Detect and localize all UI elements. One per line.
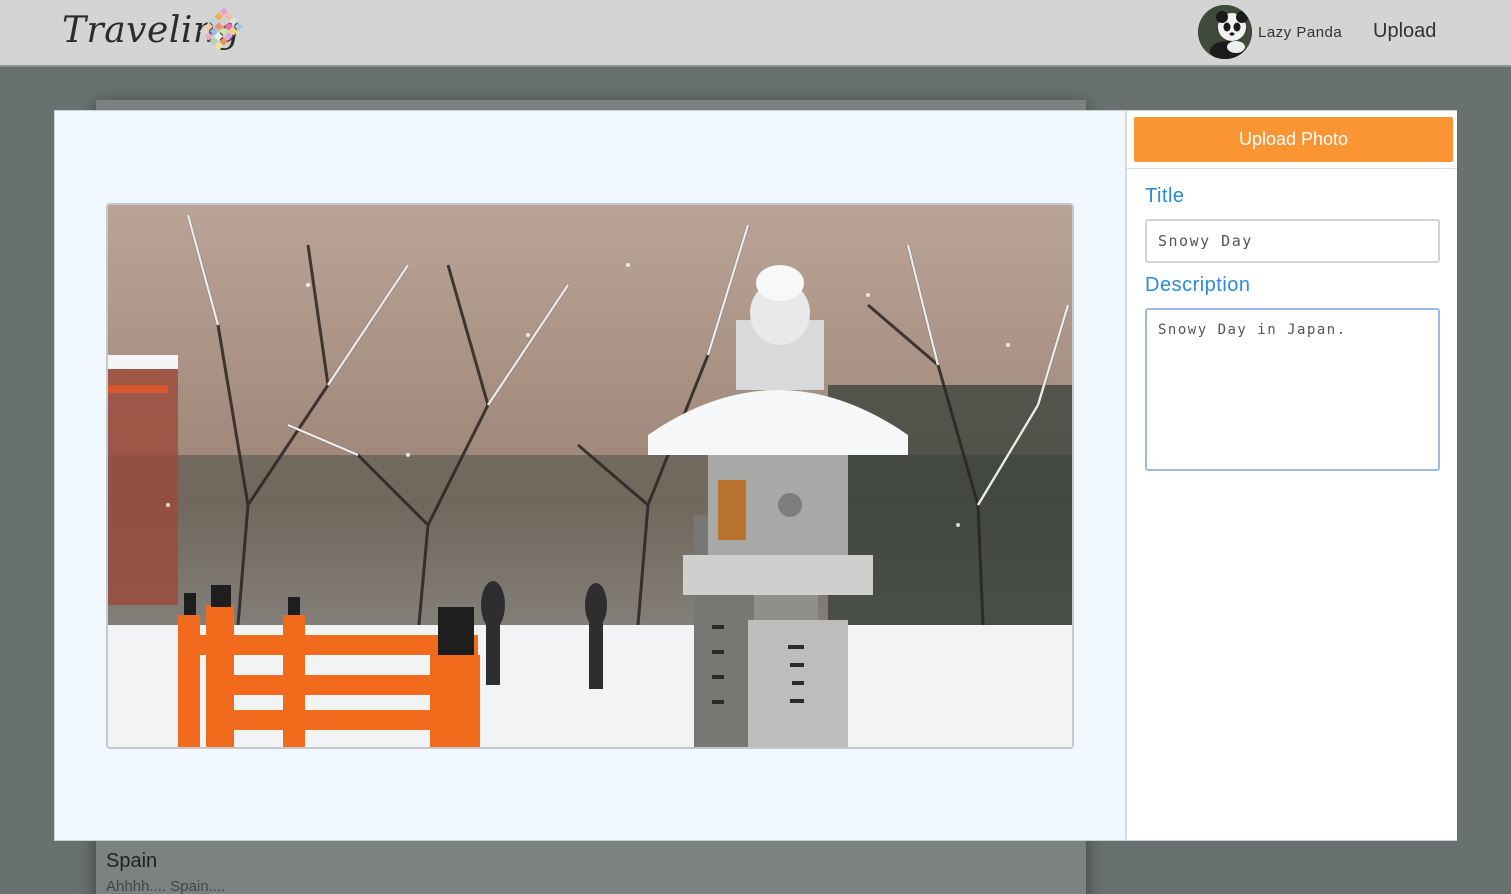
- site-logo[interactable]: Traveling: [60, 0, 250, 62]
- panel-divider: [1127, 168, 1457, 169]
- panda-avatar-image: [1198, 5, 1252, 59]
- description-textarea[interactable]: Snowy Day in Japan.: [1145, 308, 1440, 471]
- title-label: Title: [1145, 185, 1185, 207]
- top-navbar: Traveling Lazy Panda Upload: [0, 0, 1511, 67]
- photo-preview: [106, 203, 1074, 749]
- logo-mosaic-icon: [199, 7, 243, 51]
- snowy-temple-photo: [108, 205, 1072, 747]
- upload-nav-link[interactable]: Upload: [1373, 20, 1436, 43]
- description-label: Description: [1145, 274, 1251, 296]
- background-card-description: Ahhhh.... Spain....: [106, 878, 226, 894]
- title-input[interactable]: [1145, 219, 1440, 263]
- user-name[interactable]: Lazy Panda: [1258, 24, 1342, 41]
- upload-modal: Upload Photo Title Description Snowy Day…: [54, 110, 1457, 841]
- upload-photo-button[interactable]: Upload Photo: [1134, 117, 1453, 162]
- upload-form-panel: Upload Photo Title Description Snowy Day…: [1125, 111, 1457, 840]
- user-avatar[interactable]: [1198, 5, 1252, 59]
- background-card-title: Spain: [106, 850, 158, 872]
